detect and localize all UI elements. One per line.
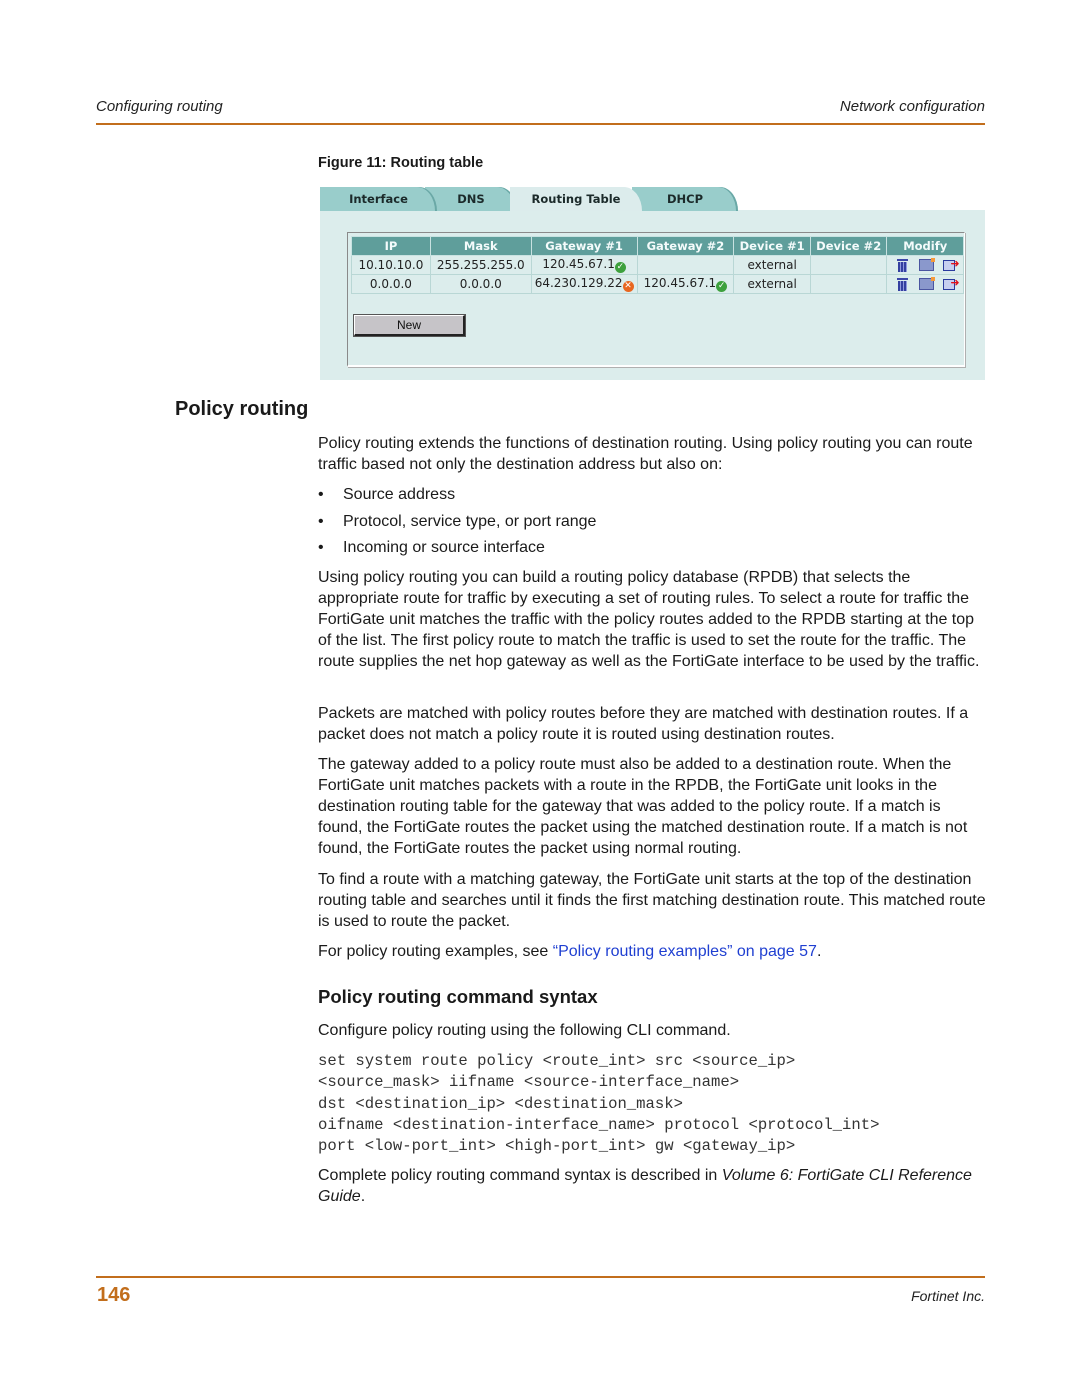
move-icon[interactable] [943,257,960,271]
matching-order-paragraph: Packets are matched with policy routes b… [318,703,986,745]
delete-icon[interactable] [895,277,911,291]
tab-interface[interactable]: Interface [320,187,437,211]
paragraph-text: Packets are matched with policy routes b… [318,705,969,743]
list-item: Protocol, service type, or port range [318,511,596,538]
code-line: dst <destination_ip> <destination_mask> [318,1094,683,1113]
col-ip: IP [351,236,431,256]
tab-label: Routing Table [531,192,621,206]
tab-routing-table[interactable]: Routing Table [510,187,642,211]
paragraph-text: Complete policy routing command syntax i… [318,1167,722,1184]
move-icon[interactable] [943,276,960,290]
cli-intro-paragraph: Configure policy routing using the follo… [318,1020,986,1041]
paragraph-text: Using policy routing you can build a rou… [318,569,980,670]
code-line: set system route policy <route_int> src … [318,1052,796,1070]
paragraph-text: For policy routing examples, see [318,943,553,960]
section-title: Policy routing [175,398,309,420]
cell-modify [886,255,964,275]
list-item: Source address [318,484,596,511]
tab-label: Interface [349,192,408,206]
gateway-value: 120.45.67.1 [542,257,615,271]
status-ok-icon: ✓ [716,281,728,292]
rpdb-paragraph: Using policy routing you can build a rou… [318,567,986,672]
paragraph-text: The gateway added to a policy route must… [318,756,968,857]
status-down-icon: ✕ [622,281,634,292]
tab-dhcp[interactable]: DHCP [632,187,738,211]
code-line: oifname <destination-interface_name> pro… [318,1115,880,1134]
delete-icon[interactable] [895,258,911,272]
tab-dns[interactable]: DNS [425,187,517,211]
code-line: port <low-port_int> <high-port_int> gw <… [318,1137,796,1156]
cell-mask: 0.0.0.0 [429,274,532,294]
cell-ip: 10.10.10.0 [351,255,431,275]
col-mask: Mask [429,236,532,256]
paragraph-text: Configure policy routing using the follo… [318,1022,731,1039]
page-number: 146 [97,1284,131,1306]
cell-gateway-2: 120.45.67.1 ✓ [636,274,735,294]
routing-table: IP Mask Gateway #1 Gateway #2 Device #1 … [351,236,964,294]
find-route-paragraph: To find a route with a matching gateway,… [318,869,986,932]
table-row: 10.10.10.0 255.255.255.0 120.45.67.1 ✓ ex… [351,255,964,275]
new-route-button[interactable]: New [353,314,466,337]
cell-mask: 255.255.255.0 [429,255,532,275]
paragraph-text: . [816,943,822,960]
cell-gateway-1: 120.45.67.1 ✓ [530,255,638,275]
tab-label: DNS [457,192,485,206]
edit-icon[interactable] [919,258,936,271]
paragraph-text: . [360,1188,366,1205]
col-device-2: Device #2 [809,236,888,256]
examples-paragraph: For policy routing examples, see “Policy… [318,941,986,962]
tab-bar: Interface DNS Routing Table DHCP [320,186,985,211]
col-modify: Modify [886,236,964,256]
running-header-chapter: Configuring routing [96,98,223,115]
col-gateway-1: Gateway #1 [530,236,638,256]
footer-rule [96,1276,985,1278]
cell-device-1: external [733,255,811,275]
policy-routing-examples-link[interactable]: “Policy routing examples” on page 57 [553,943,817,960]
paragraph-text: To find a route with a matching gateway,… [318,871,986,930]
tab-label: DHCP [666,192,704,206]
edit-icon[interactable] [919,277,936,290]
routing-table-screenshot: Interface DNS Routing Table DHCP IP Mask… [320,186,985,380]
cell-device-2 [809,255,888,275]
subsection-title: Policy routing command syntax [318,986,598,1007]
reference-paragraph: Complete policy routing command syntax i… [318,1165,986,1207]
gateway-value: 64.230.129.22 [534,276,623,290]
cell-modify [886,274,964,294]
cli-command-block: set system route policy <route_int> src … [318,1051,879,1157]
status-ok-icon: ✓ [614,262,626,273]
col-gateway-2: Gateway #2 [636,236,735,256]
intro-paragraph: Policy routing extends the functions of … [318,433,986,475]
cell-device-2 [809,274,888,294]
routing-table-frame: IP Mask Gateway #1 Gateway #2 Device #1 … [347,232,965,367]
table-row: 0.0.0.0 0.0.0.0 64.230.129.22 ✕ 120.45.67… [351,274,964,294]
table-header-row: IP Mask Gateway #1 Gateway #2 Device #1 … [351,236,964,256]
gateway-value: 120.45.67.1 [643,276,717,290]
cell-gateway-1: 64.230.129.22 ✕ [530,274,638,294]
figure-caption: Figure 11: Routing table [318,155,484,171]
gateway-paragraph: The gateway added to a policy route must… [318,754,986,859]
running-header-section: Network configuration [839,98,985,115]
header-rule [96,123,985,125]
col-device-1: Device #1 [733,236,811,256]
criteria-list: Source address Protocol, service type, o… [318,484,596,564]
cell-ip: 0.0.0.0 [351,274,431,294]
tab-panel: IP Mask Gateway #1 Gateway #2 Device #1 … [320,210,985,380]
paragraph-text: Policy routing extends the functions of … [318,435,973,473]
footer-company: Fortinet Inc. [911,1288,985,1304]
list-item: Incoming or source interface [318,537,596,564]
cell-gateway-2 [636,255,735,275]
code-line: <source_mask> iifname <source-interface_… [318,1073,740,1092]
cell-device-1: external [733,274,811,294]
